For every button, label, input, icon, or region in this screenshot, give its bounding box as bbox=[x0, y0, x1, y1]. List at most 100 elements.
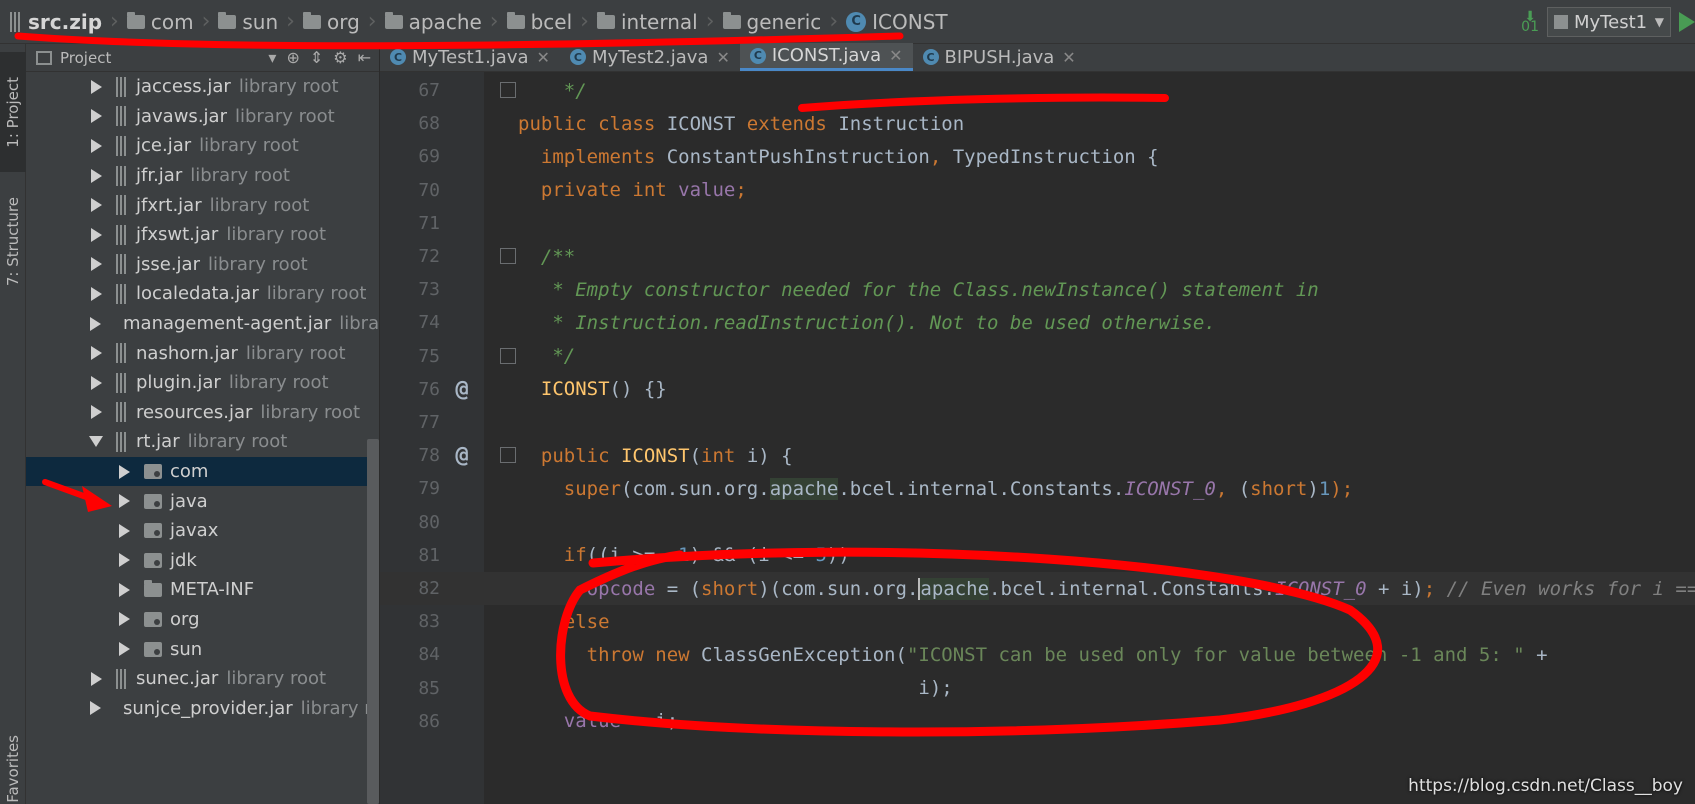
collapsed-arrow-icon[interactable] bbox=[118, 642, 130, 657]
expanded-arrow-icon[interactable] bbox=[89, 436, 103, 448]
code-editor[interactable]: 67 */ 68 public class ICONST extends Instr… bbox=[380, 72, 1695, 804]
code-line[interactable]: 79 super (com.sun.org. apache .bcel.interna… bbox=[380, 472, 1695, 505]
collapsed-arrow-icon[interactable] bbox=[118, 582, 130, 597]
collapsed-arrow-icon[interactable] bbox=[118, 494, 130, 509]
tree-item[interactable]: jfxswt.jar library root bbox=[26, 220, 379, 250]
breadcrumb-item[interactable]: apache bbox=[384, 0, 482, 43]
tree-item[interactable]: localedata.jar library root bbox=[26, 279, 379, 309]
collapse-all-icon[interactable]: ⇕ bbox=[310, 48, 323, 67]
code-line[interactable]: 73 * Empty constructor needed for the Cl… bbox=[380, 273, 1695, 306]
code-line[interactable]: 80 bbox=[380, 506, 1695, 539]
collapsed-arrow-icon[interactable] bbox=[90, 257, 102, 272]
collapsed-arrow-icon[interactable] bbox=[90, 168, 102, 183]
tree-item[interactable]: sun bbox=[26, 634, 379, 664]
code-line[interactable]: 76 @ ICONST() {} bbox=[380, 373, 1695, 406]
code-line[interactable]: 83 else bbox=[380, 605, 1695, 638]
fold-icon[interactable] bbox=[500, 248, 516, 264]
fold-icon[interactable] bbox=[500, 82, 516, 98]
scrollbar[interactable] bbox=[367, 439, 379, 804]
code-line[interactable]: 71 bbox=[380, 207, 1695, 240]
code-line[interactable]: 75 */ bbox=[380, 340, 1695, 373]
tree-item[interactable]: jfr.jar library root bbox=[26, 161, 379, 191]
breadcrumb-item[interactable]: internal bbox=[596, 0, 698, 43]
editor-tab[interactable]: C MyTest1.java ✕ bbox=[380, 43, 560, 71]
tree-item[interactable]: sunec.jar library root bbox=[26, 664, 379, 694]
collapsed-arrow-icon[interactable] bbox=[90, 79, 102, 94]
code-line[interactable]: 81 if ((i >= -1) && (i <= 5)) bbox=[380, 539, 1695, 572]
tree-item[interactable]: jaccess.jar library root bbox=[26, 72, 379, 102]
collapsed-arrow-icon[interactable] bbox=[90, 405, 102, 420]
code-line[interactable]: 69 implements ConstantPushInstruction, T… bbox=[380, 140, 1695, 173]
code-line[interactable]: 67 */ bbox=[380, 74, 1695, 107]
breadcrumb-item[interactable]: org bbox=[302, 0, 360, 43]
breadcrumb-item[interactable]: sun bbox=[218, 0, 278, 43]
breadcrumb-item[interactable]: generic bbox=[722, 0, 821, 43]
close-icon[interactable]: ✕ bbox=[889, 46, 902, 65]
close-icon[interactable]: ✕ bbox=[1062, 48, 1075, 67]
editor-tab[interactable]: C ICONST.java ✕ bbox=[739, 43, 913, 71]
collapsed-arrow-icon[interactable] bbox=[90, 671, 102, 686]
tree-item[interactable]: rt.jar library root bbox=[26, 427, 379, 457]
annotation-marker-icon[interactable]: @ bbox=[440, 377, 484, 402]
code-line[interactable]: 72 /** bbox=[380, 240, 1695, 273]
toolwindow-structure-tab[interactable]: 7: Structure bbox=[0, 182, 26, 302]
tree-item[interactable]: management-agent.jar library root bbox=[26, 309, 379, 339]
editor-tab[interactable]: C BIPUSH.java ✕ bbox=[913, 43, 1086, 71]
code-line[interactable]: 78 @ public ICONST(int i) { bbox=[380, 439, 1695, 472]
tree-item[interactable]: sunjce_provider.jarlibrary root bbox=[26, 693, 379, 723]
tree-item[interactable]: javaws.jar library root bbox=[26, 102, 379, 132]
code-line[interactable]: 77 bbox=[380, 406, 1695, 439]
collapsed-arrow-icon[interactable] bbox=[90, 109, 102, 124]
code-line[interactable]: 85 i); bbox=[380, 672, 1695, 705]
breadcrumb-item[interactable]: com bbox=[126, 0, 194, 43]
close-icon[interactable]: ✕ bbox=[537, 48, 550, 67]
tree-item[interactable]: com bbox=[26, 456, 379, 487]
run-configuration-select[interactable]: MyTest1 ▼ bbox=[1547, 7, 1671, 37]
fold-icon[interactable] bbox=[500, 347, 516, 364]
tree-item[interactable]: resources.jar library root bbox=[26, 398, 379, 428]
breadcrumb-item[interactable]: bcel bbox=[506, 0, 572, 43]
code-line[interactable]: 82 opcode = (short)(com.sun.org. apache .b… bbox=[380, 572, 1695, 606]
toolwindow-project-tab[interactable]: 1: Project bbox=[0, 52, 26, 172]
tree-item[interactable]: org bbox=[26, 605, 379, 635]
collapsed-arrow-icon[interactable] bbox=[118, 523, 130, 538]
code-line[interactable]: 70 private int value; bbox=[380, 174, 1695, 207]
hide-panel-icon[interactable]: ⇤ bbox=[358, 48, 371, 67]
breadcrumb-item[interactable]: C ICONST bbox=[846, 0, 948, 43]
collapsed-arrow-icon[interactable] bbox=[118, 612, 130, 627]
breadcrumb-item[interactable]: src.zip bbox=[10, 0, 102, 43]
collapsed-arrow-icon[interactable] bbox=[118, 464, 130, 479]
tree-item[interactable]: jfxrt.jar library root bbox=[26, 190, 379, 220]
locate-icon[interactable]: ⊕ bbox=[286, 48, 299, 67]
code-line[interactable]: 68 public class ICONST extends Instructio… bbox=[380, 107, 1695, 140]
fold-icon[interactable] bbox=[500, 447, 516, 464]
run-icon[interactable] bbox=[1679, 12, 1695, 32]
gear-icon[interactable]: ⚙ bbox=[333, 48, 347, 67]
tree-item[interactable]: nashorn.jar library root bbox=[26, 338, 379, 368]
collapsed-arrow-icon[interactable] bbox=[118, 553, 130, 568]
tree-item[interactable]: META-INF bbox=[26, 575, 379, 605]
tree-item[interactable]: java bbox=[26, 486, 379, 516]
build-icon[interactable]: ⬇ 01 bbox=[1521, 10, 1539, 34]
tree-item[interactable]: jdk bbox=[26, 546, 379, 576]
tree-item[interactable]: jsse.jar library root bbox=[26, 250, 379, 280]
chevron-down-icon[interactable]: ▾ bbox=[268, 48, 276, 67]
toolwindow-favorites-tab[interactable]: Favorites bbox=[0, 734, 26, 804]
collapsed-arrow-icon[interactable] bbox=[90, 138, 102, 153]
close-icon[interactable]: ✕ bbox=[716, 48, 729, 67]
tree-item[interactable]: jce.jar library root bbox=[26, 131, 379, 161]
code-line[interactable]: 74 * Instruction.readInstruction(). Not … bbox=[380, 306, 1695, 339]
collapsed-arrow-icon[interactable] bbox=[90, 701, 101, 716]
collapsed-arrow-icon[interactable] bbox=[90, 198, 102, 213]
collapsed-arrow-icon[interactable] bbox=[90, 227, 102, 242]
collapsed-arrow-icon[interactable] bbox=[90, 316, 101, 331]
collapsed-arrow-icon[interactable] bbox=[90, 286, 102, 301]
tree-item[interactable]: javax bbox=[26, 516, 379, 546]
collapsed-arrow-icon[interactable] bbox=[90, 375, 102, 390]
annotation-marker-icon[interactable]: @ bbox=[440, 443, 484, 468]
tree-item[interactable]: plugin.jar library root bbox=[26, 368, 379, 398]
project-panel-title[interactable]: Project bbox=[60, 49, 111, 67]
code-line[interactable]: 84 throw new ClassGenException("ICONST c… bbox=[380, 638, 1695, 671]
editor-tab[interactable]: C MyTest2.java ✕ bbox=[560, 43, 740, 71]
collapsed-arrow-icon[interactable] bbox=[90, 346, 102, 361]
